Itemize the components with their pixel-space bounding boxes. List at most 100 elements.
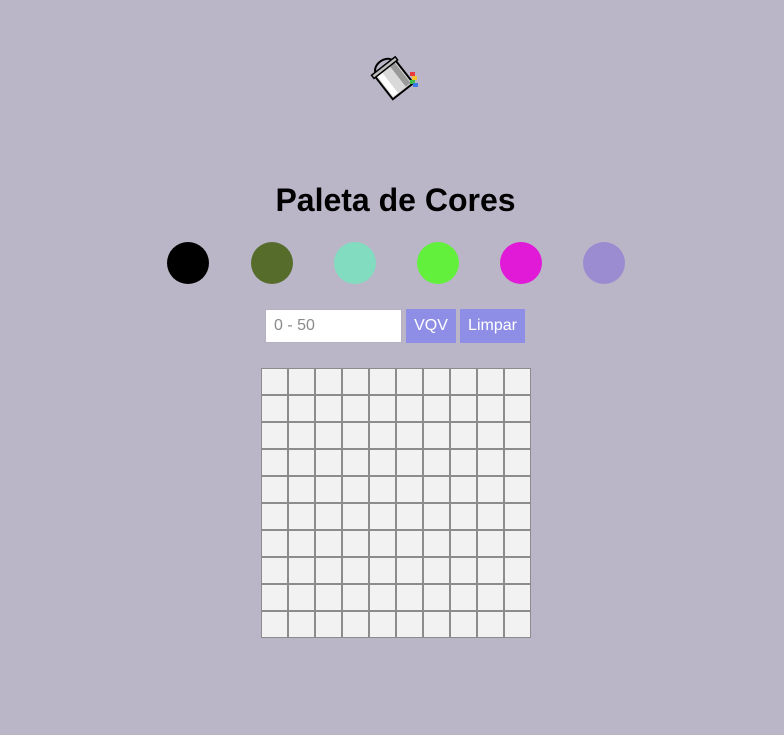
pixel[interactable] [370, 477, 395, 502]
pixel[interactable] [478, 423, 503, 448]
pixel[interactable] [370, 450, 395, 475]
pixel[interactable] [397, 423, 422, 448]
pixel[interactable] [262, 558, 287, 583]
pixel[interactable] [343, 396, 368, 421]
pixel[interactable] [505, 531, 530, 556]
pixel[interactable] [316, 531, 341, 556]
pixel[interactable] [397, 369, 422, 394]
pixel[interactable] [424, 369, 449, 394]
palette-color-green[interactable] [417, 242, 459, 284]
pixel[interactable] [397, 504, 422, 529]
pixel[interactable] [262, 612, 287, 637]
pixel[interactable] [262, 477, 287, 502]
pixel[interactable] [343, 558, 368, 583]
pixel[interactable] [478, 558, 503, 583]
pixel[interactable] [451, 396, 476, 421]
pixel[interactable] [343, 477, 368, 502]
pixel[interactable] [451, 558, 476, 583]
pixel[interactable] [316, 585, 341, 610]
pixel[interactable] [370, 396, 395, 421]
board-size-input[interactable] [265, 309, 402, 343]
pixel[interactable] [262, 396, 287, 421]
pixel[interactable] [505, 477, 530, 502]
pixel[interactable] [505, 558, 530, 583]
palette-color-aquamarine[interactable] [334, 242, 376, 284]
palette-color-magenta[interactable] [500, 242, 542, 284]
pixel[interactable] [424, 396, 449, 421]
pixel[interactable] [316, 477, 341, 502]
pixel[interactable] [370, 612, 395, 637]
pixel[interactable] [478, 531, 503, 556]
pixel[interactable] [289, 612, 314, 637]
pixel[interactable] [424, 585, 449, 610]
pixel[interactable] [451, 450, 476, 475]
pixel[interactable] [424, 531, 449, 556]
pixel[interactable] [424, 450, 449, 475]
pixel[interactable] [289, 396, 314, 421]
pixel[interactable] [289, 504, 314, 529]
pixel[interactable] [370, 423, 395, 448]
pixel[interactable] [505, 504, 530, 529]
pixel[interactable] [289, 585, 314, 610]
pixel[interactable] [316, 396, 341, 421]
pixel[interactable] [478, 612, 503, 637]
pixel[interactable] [505, 585, 530, 610]
pixel[interactable] [505, 423, 530, 448]
pixel[interactable] [316, 450, 341, 475]
pixel[interactable] [397, 612, 422, 637]
pixel[interactable] [478, 396, 503, 421]
pixel[interactable] [478, 369, 503, 394]
pixel[interactable] [505, 369, 530, 394]
pixel[interactable] [451, 585, 476, 610]
pixel[interactable] [397, 558, 422, 583]
pixel[interactable] [451, 531, 476, 556]
pixel[interactable] [343, 585, 368, 610]
palette-color-lavender[interactable] [583, 242, 625, 284]
pixel[interactable] [424, 423, 449, 448]
pixel[interactable] [262, 531, 287, 556]
palette-color-olive[interactable] [251, 242, 293, 284]
pixel[interactable] [397, 477, 422, 502]
pixel[interactable] [262, 369, 287, 394]
pixel[interactable] [397, 585, 422, 610]
pixel[interactable] [478, 450, 503, 475]
pixel[interactable] [370, 558, 395, 583]
pixel[interactable] [289, 531, 314, 556]
pixel[interactable] [343, 423, 368, 448]
pixel[interactable] [289, 558, 314, 583]
pixel[interactable] [316, 558, 341, 583]
pixel[interactable] [451, 477, 476, 502]
pixel[interactable] [370, 504, 395, 529]
clear-board-button[interactable]: Limpar [460, 309, 525, 343]
pixel[interactable] [316, 423, 341, 448]
pixel[interactable] [262, 450, 287, 475]
pixel[interactable] [478, 585, 503, 610]
pixel[interactable] [505, 612, 530, 637]
pixel[interactable] [316, 612, 341, 637]
pixel[interactable] [370, 585, 395, 610]
pixel[interactable] [451, 504, 476, 529]
pixel[interactable] [289, 369, 314, 394]
pixel[interactable] [505, 450, 530, 475]
pixel[interactable] [316, 369, 341, 394]
pixel[interactable] [343, 531, 368, 556]
pixel[interactable] [289, 450, 314, 475]
pixel[interactable] [343, 369, 368, 394]
pixel[interactable] [316, 504, 341, 529]
pixel[interactable] [451, 423, 476, 448]
pixel[interactable] [343, 504, 368, 529]
pixel[interactable] [424, 477, 449, 502]
pixel[interactable] [370, 531, 395, 556]
pixel[interactable] [397, 531, 422, 556]
pixel[interactable] [451, 369, 476, 394]
pixel[interactable] [424, 504, 449, 529]
pixel[interactable] [370, 369, 395, 394]
pixel[interactable] [343, 450, 368, 475]
pixel[interactable] [478, 504, 503, 529]
pixel[interactable] [262, 504, 287, 529]
pixel[interactable] [289, 477, 314, 502]
pixel[interactable] [262, 585, 287, 610]
pixel[interactable] [478, 477, 503, 502]
pixel[interactable] [397, 396, 422, 421]
pixel[interactable] [451, 612, 476, 637]
